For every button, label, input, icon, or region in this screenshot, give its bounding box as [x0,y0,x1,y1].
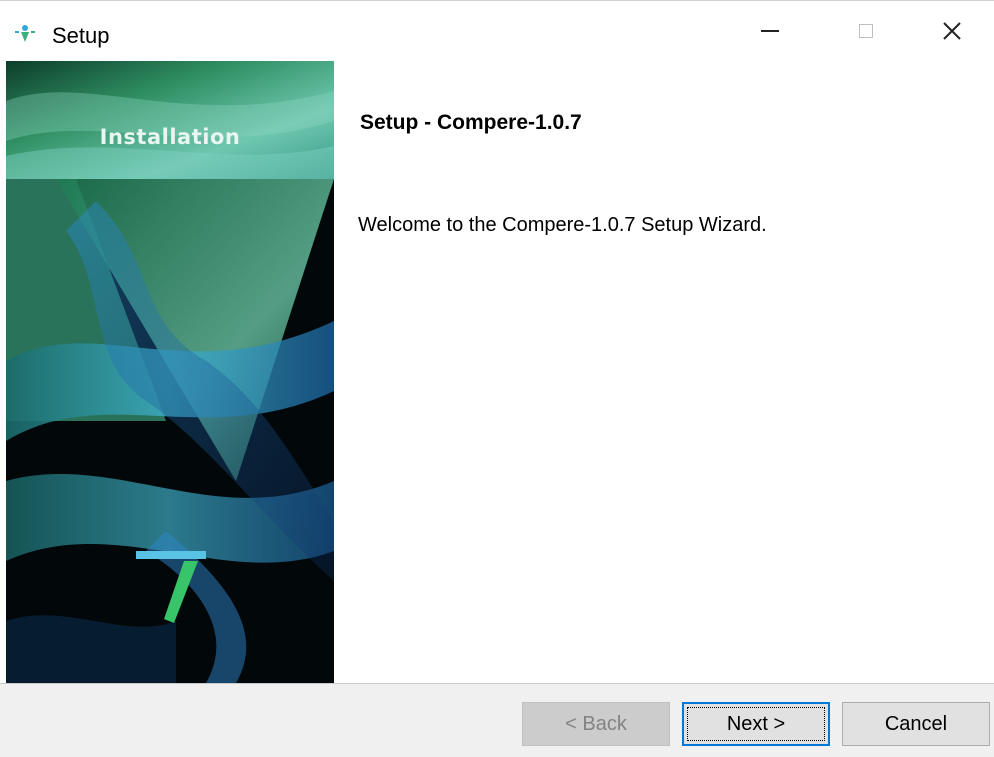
minimize-button[interactable] [722,1,818,61]
close-icon [943,22,961,40]
installer-banner-image: Installation [6,61,334,683]
title-bar[interactable]: Setup [0,1,994,61]
banner-artwork [6,61,334,683]
banner-installation-label: Installation [99,125,241,149]
cancel-button[interactable]: Cancel [842,702,990,746]
close-button[interactable] [904,1,994,61]
minimize-icon [761,30,779,32]
window-title: Setup [52,23,110,48]
wizard-heading: Setup - Compere-1.0.7 [360,111,582,134]
button-bar: < Back Next > Cancel [0,683,994,757]
maximize-button[interactable] [818,1,914,61]
focus-ring [687,707,825,741]
setup-app-icon [15,25,35,42]
setup-window: Setup Installation Setup - Compere-1.0.7… [0,0,994,757]
back-button[interactable]: < Back [522,702,670,746]
cancel-button-label: Cancel [884,712,948,735]
maximize-icon [859,24,873,38]
welcome-message: Welcome to the Compere-1.0.7 Setup Wizar… [358,214,767,236]
back-button-label: < Back [565,712,627,735]
next-button[interactable]: Next > [682,702,830,746]
